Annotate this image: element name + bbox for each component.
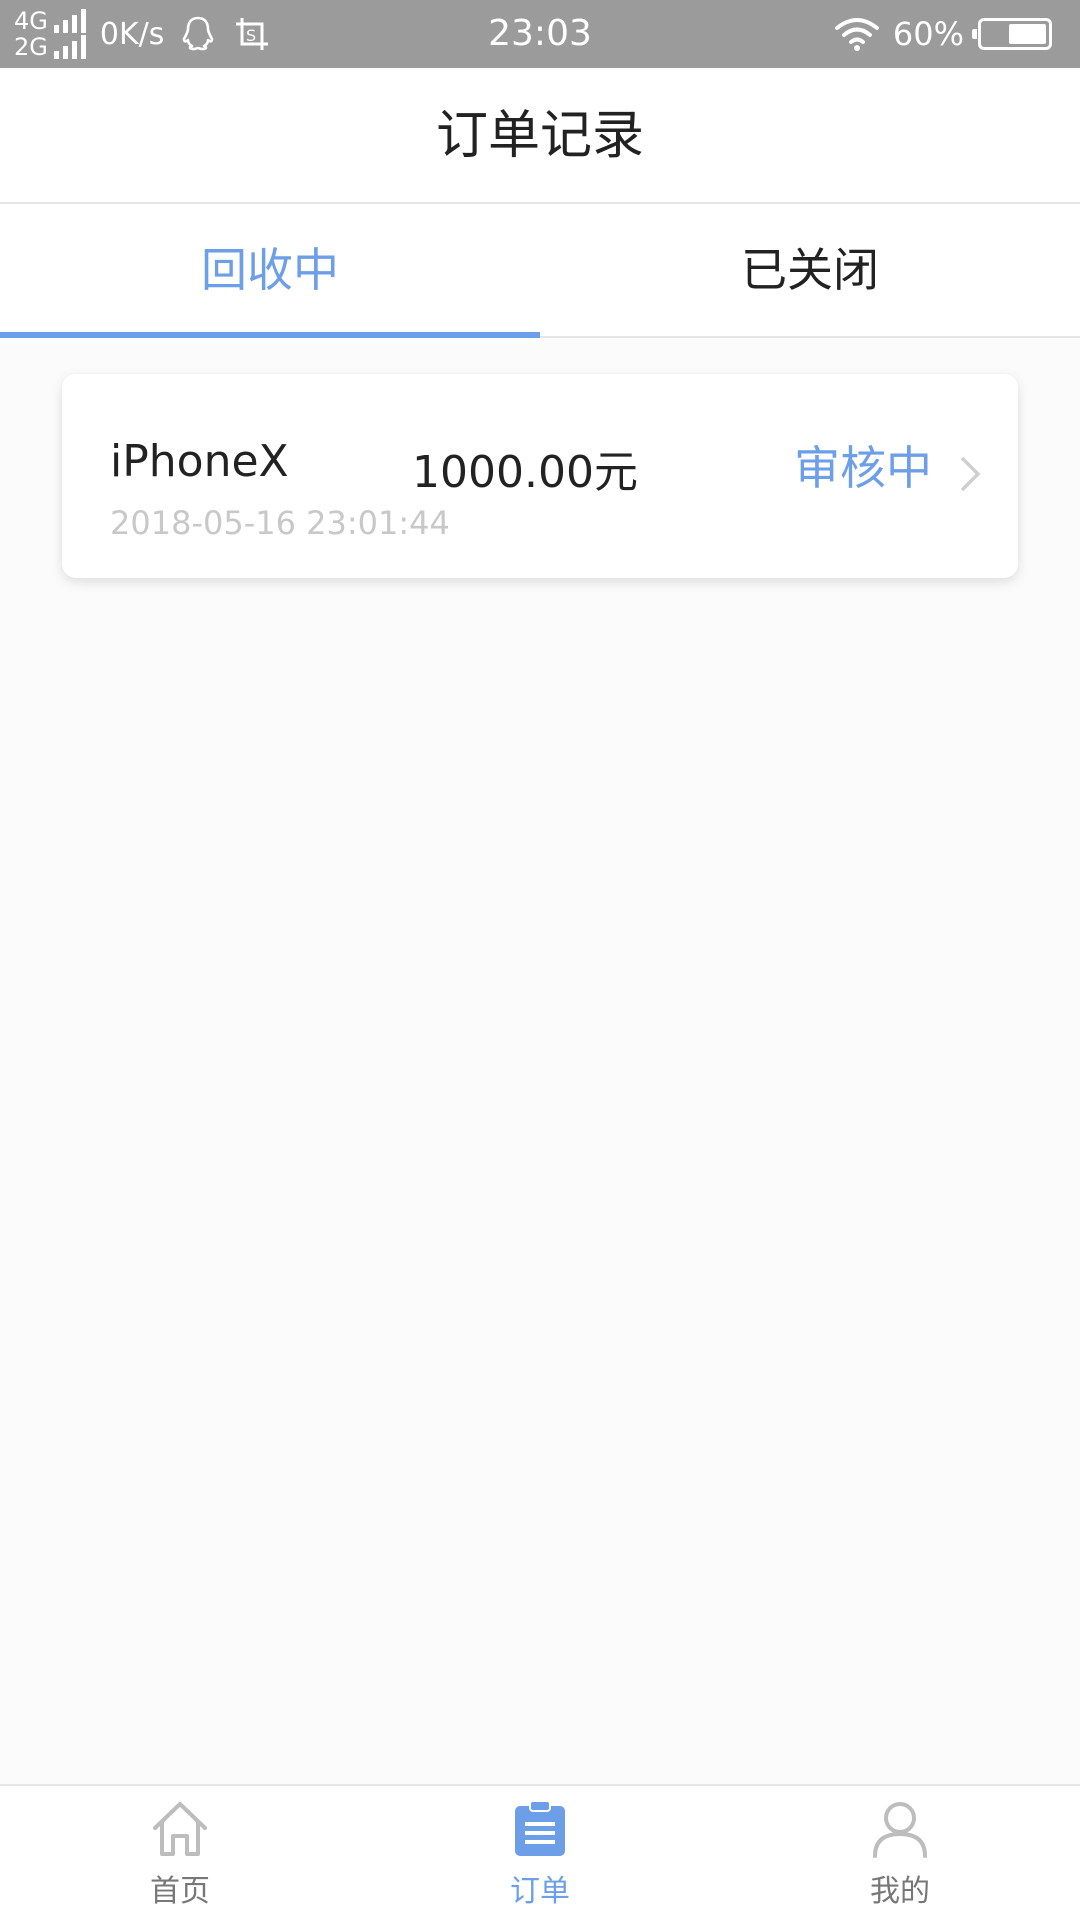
- battery-percent: 60%: [892, 15, 964, 53]
- bottom-nav: 首页 订单 我的: [0, 1784, 1080, 1920]
- nav-orders[interactable]: 订单: [360, 1786, 720, 1920]
- order-card[interactable]: iPhoneX 1000.00元 审核中 2018-05-16 23:01:44: [62, 374, 1018, 578]
- home-icon: [153, 1802, 207, 1856]
- page-title: 订单记录: [435, 106, 644, 166]
- wifi-icon: [834, 18, 879, 51]
- battery-icon: [972, 18, 1052, 50]
- nav-home[interactable]: 首页: [0, 1786, 360, 1920]
- status-bar: 4G 2G 0K/s S 23:03 60%: [0, 0, 1080, 68]
- nav-home-label: 首页: [150, 1874, 210, 1909]
- tab-recycling[interactable]: 回收中: [0, 204, 540, 338]
- header: 订单记录: [0, 68, 1080, 204]
- order-tabs: 回收中 已关闭: [0, 204, 1080, 338]
- order-status: 审核中: [794, 441, 932, 495]
- nav-mine[interactable]: 我的: [720, 1786, 1080, 1920]
- order-product-name: iPhoneX: [110, 436, 289, 487]
- order-amount: 1000.00元: [412, 447, 638, 498]
- chevron-right-icon: [960, 456, 981, 492]
- user-icon: [873, 1802, 927, 1858]
- battery-level: [1009, 24, 1046, 44]
- nav-orders-label: 订单: [510, 1874, 570, 1909]
- nav-mine-label: 我的: [870, 1874, 930, 1909]
- tab-closed[interactable]: 已关闭: [540, 204, 1080, 336]
- order-date: 2018-05-16 23:01:44: [110, 504, 450, 542]
- order-clipboard-icon: [515, 1800, 565, 1856]
- status-right: 60%: [834, 0, 1052, 68]
